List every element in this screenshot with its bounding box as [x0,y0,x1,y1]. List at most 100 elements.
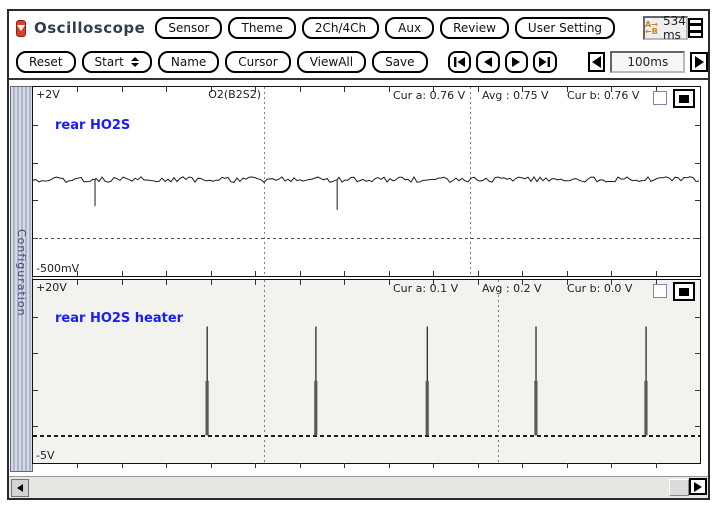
horizontal-scrollbar[interactable] [9,476,708,498]
scroll-right-button[interactable] [689,478,707,495]
right-triangle-icon [694,55,704,68]
previous-frame-button[interactable] [476,50,500,73]
grid-tick [211,271,212,276]
grid-tick [389,280,390,285]
grid-tick [166,271,167,276]
configuration-sidebar[interactable]: Configuration [10,86,33,472]
grid-tick [77,280,78,285]
channel-2-bottom-voltage-label: -5V [36,449,55,462]
window-frame: Oscilloscope Sensor Theme 2Ch/4Ch Aux Re… [7,9,710,500]
timebase-decrease-button[interactable] [587,51,606,72]
control-toolbar: Reset Start Name Cursor ViewAll Save 100… [9,45,709,78]
channel-1-signal-label: O2(B2S2) [208,88,261,101]
scroll-left-button[interactable] [11,479,29,497]
grid-tick [695,390,700,391]
grid-tick [33,163,38,164]
zero-volt-line [33,435,700,437]
channel-1-expand-button[interactable] [673,89,695,108]
cursor-b-line[interactable] [470,87,471,276]
reset-button[interactable]: Reset [16,50,76,73]
up-down-spinner-icon [130,56,139,67]
grid-tick [211,280,212,285]
timebase-display: 100ms [610,50,686,73]
grid-tick [389,87,390,92]
grid-tick [122,463,123,468]
grid-tick [478,271,479,276]
filled-square-icon [679,94,689,103]
channel-2-checkbox[interactable] [653,284,667,298]
name-button[interactable]: Name [157,50,220,73]
channel-mode-button[interactable]: 2Ch/4Ch [301,17,380,39]
grid-tick [695,353,700,354]
grid-tick [33,353,38,354]
aux-button[interactable]: Aux [385,17,435,39]
channel-1-name: rear HO2S [55,118,131,133]
viewall-button[interactable]: ViewAll [296,50,367,73]
grid-tick [300,463,301,468]
next-icon [511,56,520,67]
channel-1-cursor-a-value: Cur a: 0.76 V [393,89,466,102]
app-menu-icon[interactable] [16,19,26,37]
channel-1-bottom-voltage-label: -500mV [36,262,80,275]
user-setting-button[interactable]: User Setting [514,17,616,39]
grid-tick [33,426,38,427]
grid-tick [122,280,123,285]
list-menu-icon[interactable] [688,18,703,38]
timebase-increase-button[interactable] [690,51,709,72]
grid-tick [695,200,700,201]
grid-tick [344,280,345,285]
grid-tick [300,271,301,276]
cursor-button[interactable]: Cursor [225,50,291,73]
grid-tick [611,271,612,276]
save-button[interactable]: Save [372,50,428,73]
grid-tick [695,125,700,126]
grid-tick [522,271,523,276]
cursor-b-line[interactable] [498,280,499,463]
grid-tick [166,280,167,285]
review-button[interactable]: Review [440,17,509,39]
theme-button[interactable]: Theme [228,17,296,39]
oscilloscope-window: Oscilloscope Sensor Theme 2Ch/4Ch Aux Re… [0,0,717,506]
grid-tick [433,463,434,468]
title-toolbar: Oscilloscope Sensor Theme 2Ch/4Ch Aux Re… [9,11,708,45]
left-triangle-icon [591,55,601,68]
channel-1-plot[interactable]: +2V O2(B2S2) Cur a: 0.76 V Avg : 0.75 V … [32,86,701,277]
cursor-a-line[interactable] [264,280,265,463]
skip-end-icon [539,56,551,67]
cursor-time-value: 534 ms [662,14,686,42]
grid-tick [611,463,612,468]
zero-volt-line [33,238,700,239]
channel-1-checkbox[interactable] [653,91,667,105]
grid-tick [255,463,256,468]
cursor-time-display: A→ ←B 534 ms [643,14,688,42]
grid-tick [33,200,38,201]
last-frame-button[interactable] [533,50,557,73]
grid-tick [478,87,479,92]
grid-tick [695,163,700,164]
grid-tick [255,271,256,276]
grid-tick [695,426,700,427]
scrollbar-thumb[interactable] [669,479,689,496]
app-title: Oscilloscope [34,19,146,37]
channel-2-cursor-a-value: Cur a: 0.1 V [393,282,459,295]
grid-tick [77,463,78,468]
grid-tick [478,463,479,468]
next-frame-button[interactable] [504,50,529,73]
cursor-a-line[interactable] [264,87,265,276]
grid-tick [33,390,38,391]
grid-tick [567,463,568,468]
channel-2-expand-button[interactable] [673,282,695,301]
channel-2-name: rear HO2S heater [55,311,184,326]
grid-tick [695,317,700,318]
grid-tick [77,87,78,92]
grid-tick [656,271,657,276]
grid-tick [522,463,523,468]
right-triangle-icon [694,481,702,492]
first-frame-button[interactable] [447,50,472,73]
sensor-button[interactable]: Sensor [155,17,223,39]
plot-stack: +2V O2(B2S2) Cur a: 0.76 V Avg : 0.75 V … [32,86,701,468]
start-dropdown-button[interactable]: Start [81,50,152,73]
channel-2-plot[interactable]: +20V Cur a: 0.1 V Avg : 0.2 V Cur b: 0.0… [32,279,701,468]
grid-tick [389,463,390,468]
grid-tick [166,463,167,468]
